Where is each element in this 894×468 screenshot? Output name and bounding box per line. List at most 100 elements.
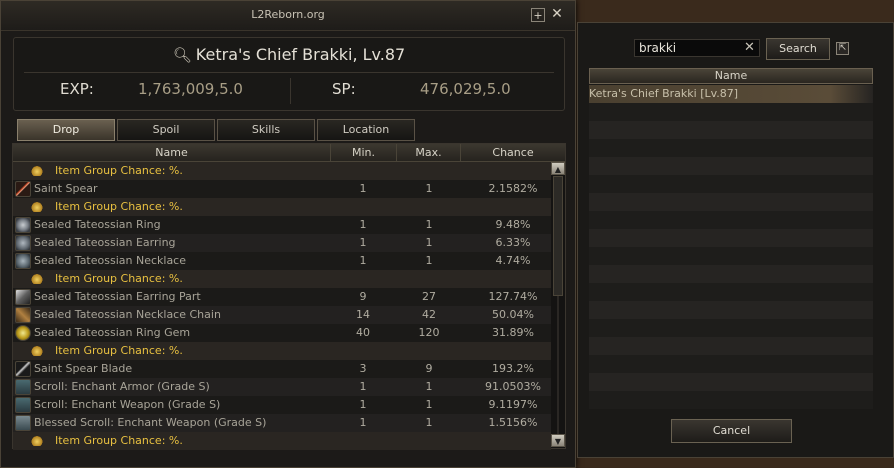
spear-icon — [15, 181, 31, 197]
scroll-thumb[interactable] — [553, 176, 563, 296]
item-name: Sealed Tateossian Earring — [34, 236, 176, 249]
list-item[interactable] — [589, 301, 873, 319]
item-chance: 193.2% — [492, 362, 534, 375]
table-row[interactable]: Item Group Chance: %. — [13, 432, 551, 450]
table-row[interactable]: Item Group Chance: %. — [13, 342, 551, 360]
tab-location[interactable]: Location — [317, 119, 415, 141]
list-item[interactable] — [589, 355, 873, 373]
list-item[interactable] — [589, 337, 873, 355]
list-item[interactable] — [589, 139, 873, 157]
search-button[interactable]: Search — [766, 38, 830, 60]
search-input[interactable]: brakki — [634, 39, 760, 57]
table-row[interactable]: Blessed Scroll: Enchant Weapon (Grade S)… — [13, 414, 551, 432]
exp-value: 1,763,009,5.0 — [138, 80, 243, 98]
item-name: Saint Spear Blade — [34, 362, 133, 375]
item-max: 27 — [422, 290, 436, 303]
search-icon[interactable]: 🔍︎ — [173, 46, 192, 64]
item-max: 1 — [425, 380, 433, 393]
target-header: 🔍︎ Ketra's Chief Brakki, Lv.87 EXP: 1,763… — [13, 37, 565, 111]
scroll-icon — [15, 379, 31, 395]
scroll-up-icon[interactable]: ▲ — [551, 162, 565, 175]
item-max: 1 — [425, 182, 433, 195]
divider — [24, 72, 554, 73]
list-item[interactable] — [589, 247, 873, 265]
close-icon[interactable]: ✕ — [550, 7, 564, 22]
coin-icon — [31, 201, 43, 212]
list-item[interactable] — [589, 157, 873, 175]
tab-drop[interactable]: Drop — [17, 119, 115, 141]
item-max: 1 — [425, 398, 433, 411]
vertical-scrollbar[interactable]: ▲ ▼ — [551, 162, 565, 448]
item-max: 42 — [422, 308, 436, 321]
item-max: 1 — [425, 218, 433, 231]
item-min: 1 — [359, 218, 367, 231]
table-row[interactable]: Saint Spear Blade 3 9 193.2% — [13, 360, 551, 378]
list-item[interactable] — [589, 175, 873, 193]
item-name: Blessed Scroll: Enchant Weapon (Grade S) — [34, 416, 267, 429]
table-row[interactable]: Scroll: Enchant Armor (Grade S) 1 1 91.0… — [13, 378, 551, 396]
item-name: Sealed Tateossian Earring Part — [34, 290, 201, 303]
table-row[interactable]: Item Group Chance: %. — [13, 198, 551, 216]
tab-spoil[interactable]: Spoil — [117, 119, 215, 141]
cancel-button[interactable]: Cancel — [671, 419, 792, 443]
sp-value: 476,029,5.0 — [420, 80, 511, 98]
item-max: 120 — [418, 326, 440, 339]
item-name: Saint Spear — [34, 182, 98, 195]
title-bar[interactable]: L2Reborn.org + ✕ — [1, 1, 575, 31]
list-item[interactable] — [589, 211, 873, 229]
item-chance: 1.5156% — [488, 416, 538, 429]
table-row[interactable]: Scroll: Enchant Weapon (Grade S) 1 1 9.1… — [13, 396, 551, 414]
ring-icon — [15, 217, 31, 233]
list-item[interactable] — [589, 391, 873, 409]
divider — [290, 78, 291, 104]
coin-icon — [31, 345, 43, 356]
table-row[interactable]: Sealed Tateossian Necklace 1 1 4.74% — [13, 252, 551, 270]
column-min[interactable]: Min. — [331, 144, 397, 162]
list-item[interactable] — [589, 373, 873, 391]
item-min: 1 — [359, 416, 367, 429]
list-item[interactable] — [589, 265, 873, 283]
necklace-chain-icon — [15, 307, 31, 323]
column-name[interactable]: Name — [589, 68, 873, 84]
earring-icon — [15, 235, 31, 251]
table-row[interactable]: Item Group Chance: %. — [13, 162, 551, 180]
item-chance: 2.1582% — [488, 182, 538, 195]
list-item[interactable] — [589, 229, 873, 247]
item-chance: 6.33% — [495, 236, 531, 249]
item-chance: 91.0503% — [485, 380, 541, 393]
maximize-icon[interactable]: + — [531, 8, 545, 22]
group-label: Item Group Chance: %. — [55, 272, 183, 285]
list-item[interactable] — [589, 121, 873, 139]
table-row[interactable]: Sealed Tateossian Earring 1 1 6.33% — [13, 234, 551, 252]
item-chance: 9.1197% — [488, 398, 538, 411]
item-min: 40 — [356, 326, 370, 339]
list-item[interactable] — [589, 319, 873, 337]
list-item[interactable]: Ketra's Chief Brakki [Lv.87] — [589, 85, 873, 103]
ring-gem-icon — [15, 325, 31, 341]
table-row[interactable]: Sealed Tateossian Necklace Chain 14 42 5… — [13, 306, 551, 324]
item-min: 1 — [359, 380, 367, 393]
item-min: 3 — [359, 362, 367, 375]
table-row[interactable]: Item Group Chance: %. — [13, 270, 551, 288]
clear-icon[interactable]: ✕ — [744, 40, 755, 55]
table-row[interactable]: Sealed Tateossian Ring 1 1 9.48% — [13, 216, 551, 234]
item-min: 9 — [359, 290, 367, 303]
list-item[interactable] — [589, 193, 873, 211]
table-row[interactable]: Sealed Tateossian Earring Part 9 27 127.… — [13, 288, 551, 306]
coin-icon — [31, 165, 43, 176]
blessed-scroll-icon — [15, 415, 31, 431]
item-name: Sealed Tateossian Ring Gem — [34, 326, 191, 339]
group-label: Item Group Chance: %. — [55, 344, 183, 357]
item-chance: 4.74% — [495, 254, 531, 267]
list-item[interactable] — [589, 103, 873, 121]
column-name[interactable]: Name — [13, 144, 331, 162]
scroll-down-icon[interactable]: ▼ — [551, 434, 565, 447]
list-item[interactable] — [589, 283, 873, 301]
blade-icon — [15, 361, 31, 377]
column-chance[interactable]: Chance — [461, 144, 565, 162]
table-row[interactable]: Saint Spear 1 1 2.1582% — [13, 180, 551, 198]
table-row[interactable]: Sealed Tateossian Ring Gem 40 120 31.89% — [13, 324, 551, 342]
tab-skills[interactable]: Skills — [217, 119, 315, 141]
column-max[interactable]: Max. — [397, 144, 461, 162]
expand-icon[interactable]: ⇱ — [836, 42, 849, 55]
